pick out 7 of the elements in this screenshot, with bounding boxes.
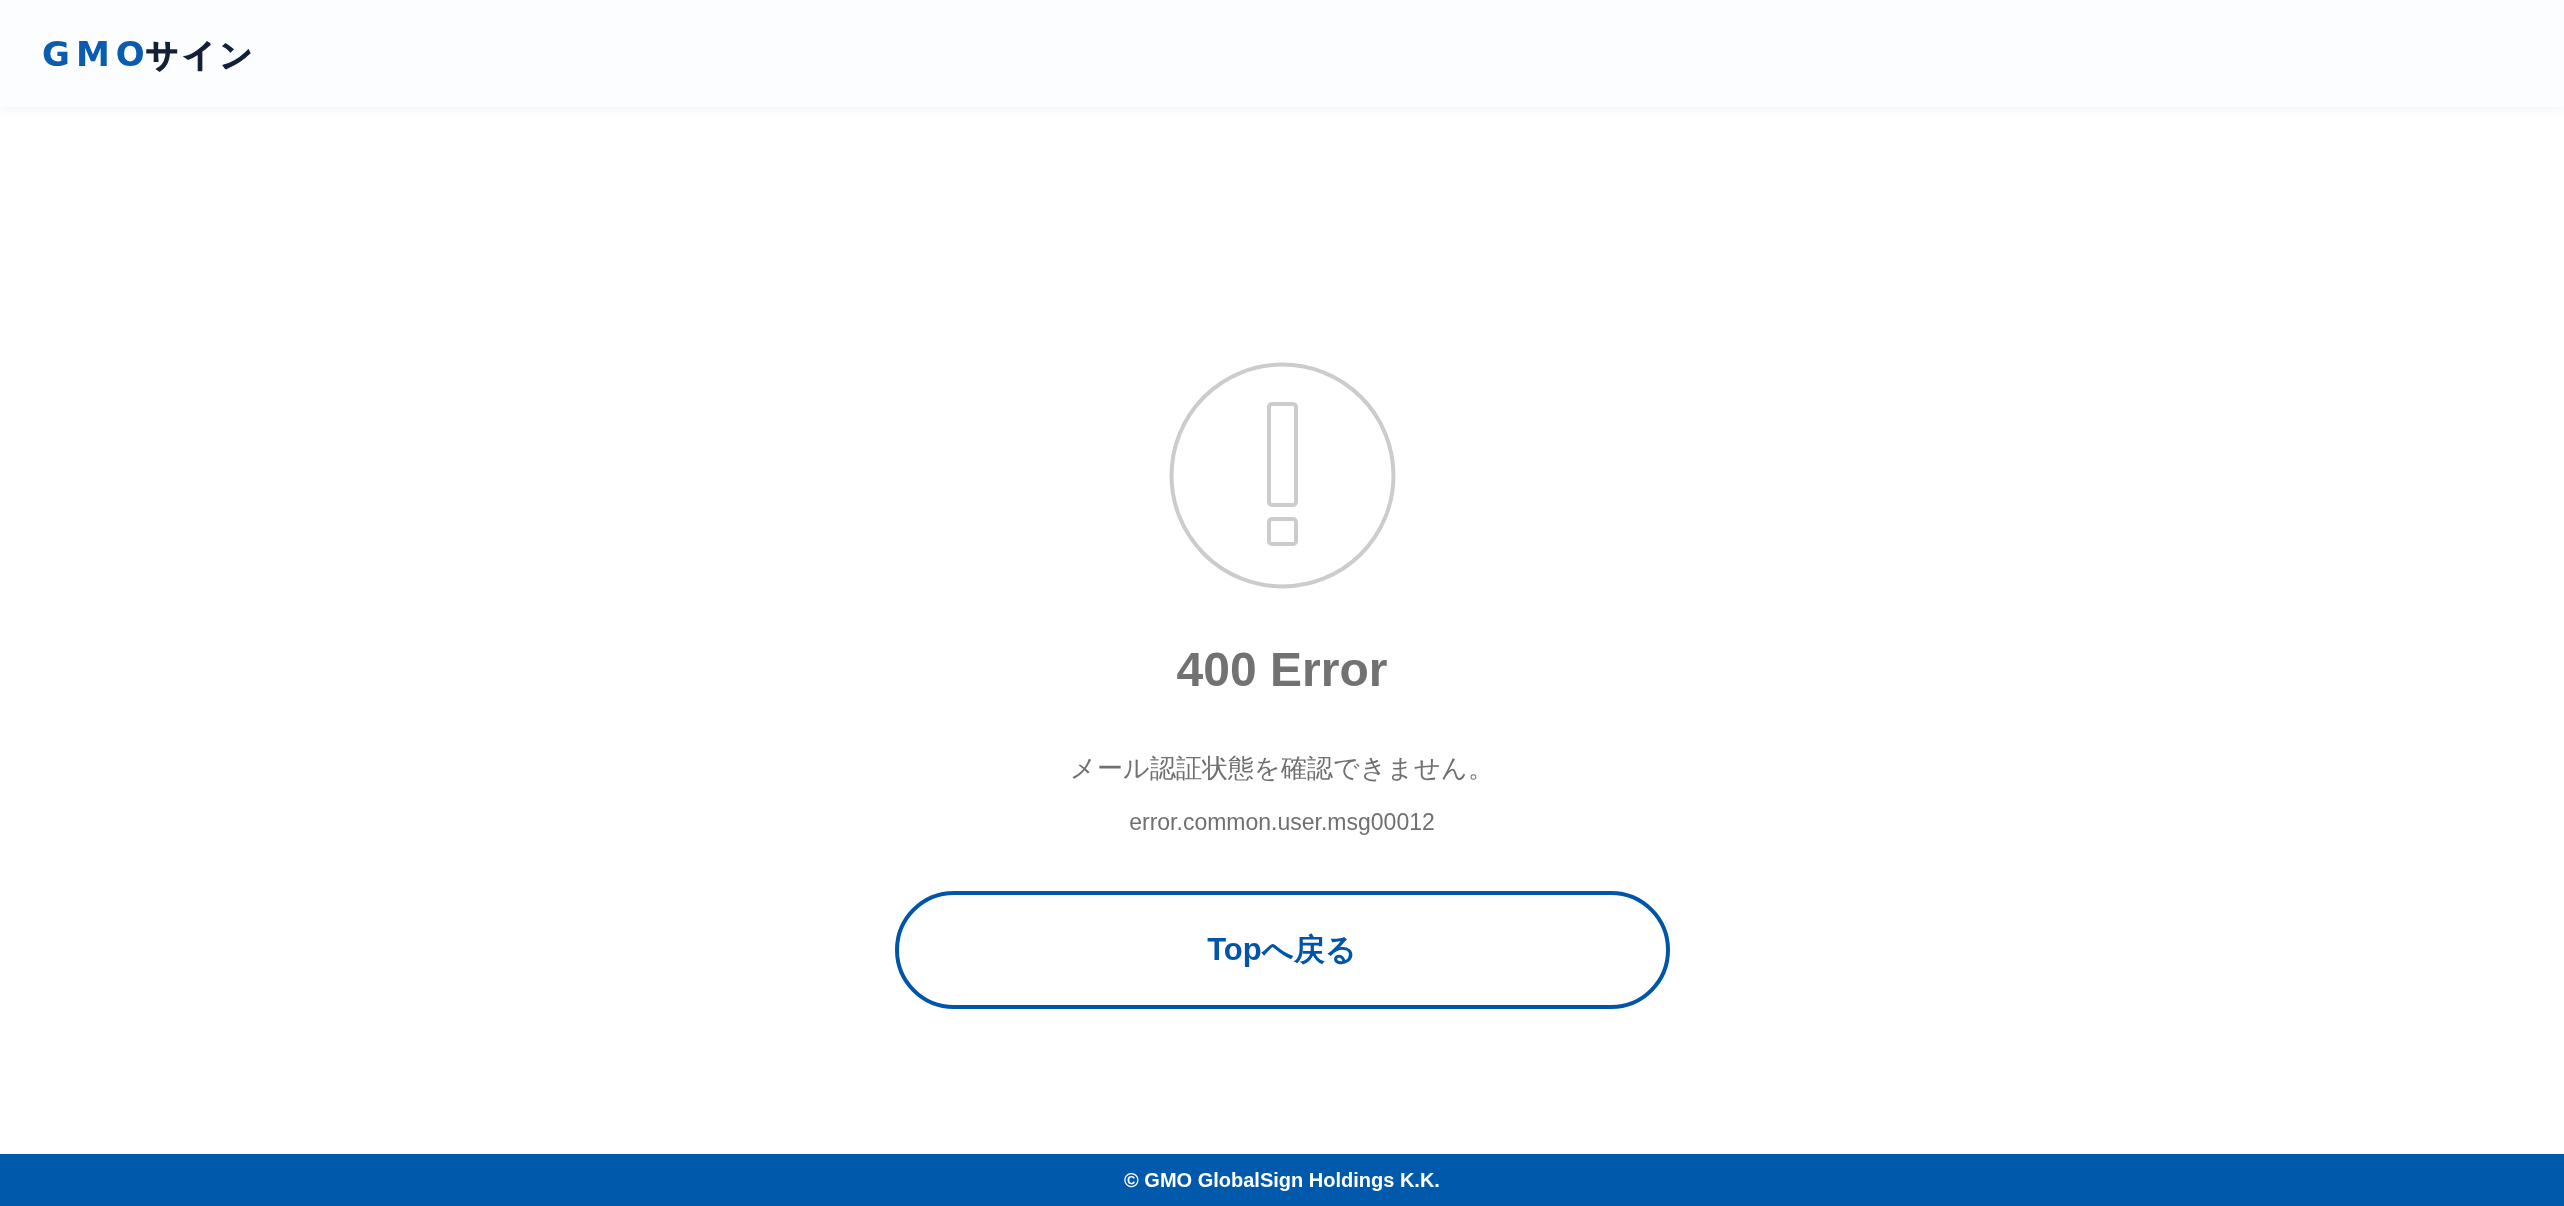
- back-to-top-button[interactable]: Topへ戻る: [894, 891, 1670, 1009]
- logo[interactable]: GMOサイン: [42, 36, 253, 71]
- warning-icon: [1168, 362, 1396, 589]
- error-title: 400 Error: [1176, 642, 1388, 698]
- error-code: error.common.user.msg00012: [1129, 808, 1435, 837]
- copyright-text: © GMO GlobalSign Holdings K.K.: [1124, 1168, 1440, 1192]
- error-message: メール認証状態を確認できません。: [1070, 752, 1494, 785]
